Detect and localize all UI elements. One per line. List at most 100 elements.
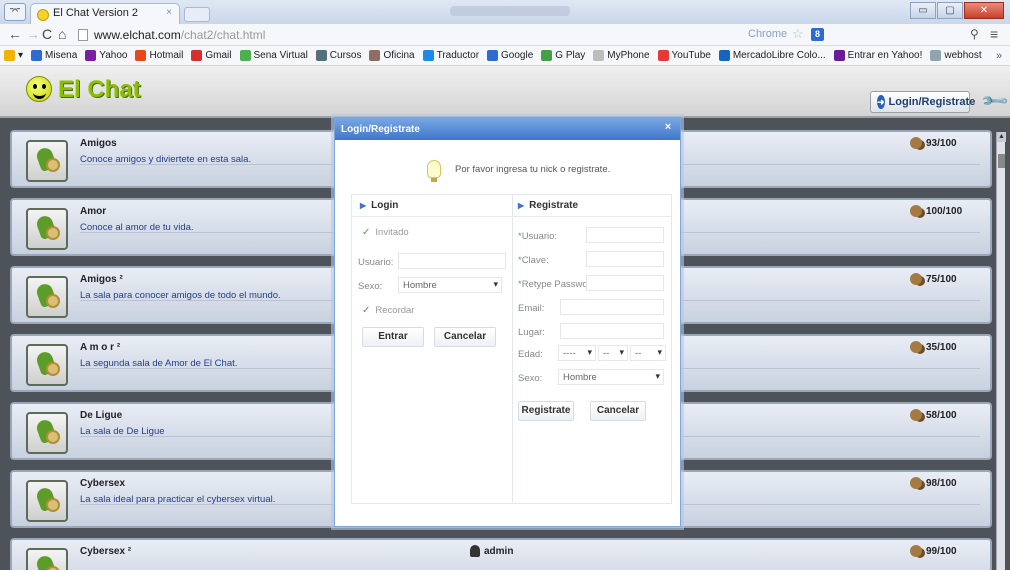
maximize-button[interactable]: ▢ (937, 2, 963, 19)
scroll-up-icon[interactable]: ▲ (997, 132, 1006, 142)
reg-sex-select[interactable]: Hombre ▾ (558, 369, 664, 385)
bookmark-item[interactable]: Sena Virtual (239, 50, 308, 61)
chevron-down-icon: ▾ (493, 279, 498, 289)
tab-title: El Chat Version 2 (53, 7, 138, 19)
blurred-window-title (450, 6, 570, 16)
guest-label: Invitado (375, 227, 409, 238)
bookmark-item[interactable]: Google (487, 50, 533, 61)
reg-place-input[interactable] (560, 323, 664, 339)
guest-checkbox[interactable]: ✓ Invitado (362, 227, 409, 238)
bookmark-favicon-icon (135, 50, 147, 61)
people-icon (910, 545, 922, 557)
register-cancel-button[interactable]: Cancelar (590, 401, 646, 421)
new-tab-button[interactable] (184, 7, 210, 22)
reg-retype-input[interactable] (586, 275, 664, 291)
more-bookmarks-button[interactable]: » (996, 50, 1004, 62)
bookmark-label: Cursos (329, 50, 362, 61)
bookmark-item[interactable]: G Play (541, 50, 585, 61)
back-icon[interactable]: ← (8, 26, 22, 42)
lightbulb-icon (427, 160, 441, 182)
window-menu-icon[interactable]: ⌤ (4, 3, 26, 21)
rooms-scrollbar[interactable]: ▲ (996, 132, 1006, 570)
room-count: 98/100 (926, 477, 957, 489)
reg-place-label: Lugar: (518, 327, 545, 338)
bookmark-favicon-icon (31, 50, 43, 61)
register-button[interactable]: Registrate (518, 401, 574, 421)
people-icon (910, 341, 922, 353)
login-heading-text: Login (371, 200, 399, 211)
login-register-button[interactable]: ➜ Login/Registrate (870, 91, 975, 113)
room-row[interactable]: Cybersex ² 99/100 admin (10, 538, 992, 570)
close-window-button[interactable]: ✕ (964, 2, 1004, 19)
bookmark-favicon-icon (718, 50, 730, 61)
reload-icon[interactable]: C (42, 26, 52, 42)
bookmark-item[interactable]: YouTube (657, 50, 711, 61)
people-icon (910, 409, 922, 421)
tab-el-chat[interactable]: El Chat Version 2 × (30, 3, 180, 24)
reg-email-input[interactable] (560, 299, 664, 315)
bookmark-label: Traductor (436, 50, 480, 61)
home-icon[interactable]: ⌂ (58, 26, 66, 42)
check-icon: ✓ (362, 227, 371, 238)
room-occupancy: 35/100 (910, 341, 957, 353)
register-panel: ▶ Registrate *Usuario: *Clave: *Retype Pa… (510, 194, 672, 504)
login-sex-label: Sexo: (358, 281, 383, 292)
bookmark-item[interactable]: Yahoo (85, 50, 127, 61)
bookmark-item[interactable]: Oficina (369, 50, 415, 61)
reg-sex-label: Sexo: (518, 373, 543, 384)
wrench-icon[interactable]: 🔧 (980, 86, 1010, 117)
modal-title: Login/Registrate (341, 124, 420, 135)
reg-email-label: Email: (518, 303, 545, 314)
bookmark-item[interactable]: Traductor (422, 50, 480, 61)
minimize-button[interactable]: ▭ (910, 2, 936, 19)
login-prompt: Por favor ingresa tu nick o registrate. (427, 160, 610, 182)
bookmark-label: Entrar en Yahoo! (847, 50, 923, 61)
modal-close-icon[interactable]: × (662, 121, 674, 133)
bookmark-label: Hotmail (149, 50, 184, 61)
bookmark-item[interactable]: MyPhone (593, 50, 650, 61)
chevron-down-icon: ▾ (655, 371, 660, 381)
login-cancel-button[interactable]: Cancelar (434, 327, 496, 347)
enter-button[interactable]: Entrar (362, 327, 424, 347)
age-day-select[interactable]: -- ▾ (630, 345, 666, 361)
chevron-down-icon: ▾ (587, 347, 592, 357)
browser-toolbar: ← → C ⌂ www.elchat.com/chat2/chat.html C… (0, 24, 1010, 46)
login-user-input[interactable] (398, 253, 506, 269)
bookmark-item[interactable]: Entrar en Yahoo! (833, 50, 923, 61)
room-occupancy: 75/100 (910, 273, 957, 285)
user-icon (470, 545, 480, 557)
bookmark-item[interactable]: Gmail (191, 50, 232, 61)
age-month-select[interactable]: -- ▾ (598, 345, 628, 361)
reg-user-input[interactable] (586, 227, 664, 243)
bookmark-item[interactable]: Cursos (315, 50, 362, 61)
login-register-label: Login/Registrate (888, 96, 976, 108)
bookmark-item[interactable]: Misena (31, 50, 77, 61)
chrome-menu-icon[interactable]: ≡ (990, 26, 998, 42)
login-sex-select[interactable]: Hombre ▾ (398, 277, 502, 293)
scroll-thumb[interactable] (998, 154, 1005, 168)
room-name: Cybersex (80, 478, 126, 489)
register-heading-text: Registrate (529, 200, 579, 211)
chat-bubbles-icon (26, 548, 68, 570)
google-extension-icon[interactable]: 8 (811, 28, 824, 41)
room-occupancy: 100/100 (910, 205, 962, 217)
bookmark-item[interactable]: Hotmail (135, 50, 183, 61)
bookmark-favicon-icon (369, 50, 381, 61)
remember-checkbox[interactable]: ✓ Recordar (362, 305, 414, 316)
age-year-select[interactable]: ---- ▾ (558, 345, 596, 361)
reg-pass-input[interactable] (586, 251, 664, 267)
bookmark-label: Misena (45, 50, 78, 61)
address-bar[interactable]: www.elchat.com/chat2/chat.html (76, 26, 786, 44)
bookmark-item[interactable]: webhost (930, 50, 982, 61)
login-panel: ▶ Login ✓ Invitado Usuario: Sexo: Hombre ▾… (351, 194, 513, 504)
zoom-icon[interactable]: ⚲ (970, 27, 979, 41)
bookmark-item[interactable]: MercadoLibre Colo... (718, 50, 826, 61)
login-arrow-icon: ➜ (877, 95, 885, 109)
tab-close-icon[interactable]: × (166, 7, 172, 18)
forward-icon[interactable]: → (26, 26, 40, 42)
bookmark-star-icon[interactable]: ☆ (792, 26, 804, 42)
apps-icon[interactable]: ▾ (4, 50, 23, 61)
bookmark-favicon-icon (930, 50, 942, 61)
bookmark-label: webhost (944, 50, 982, 61)
room-occupancy: 98/100 (910, 477, 957, 489)
